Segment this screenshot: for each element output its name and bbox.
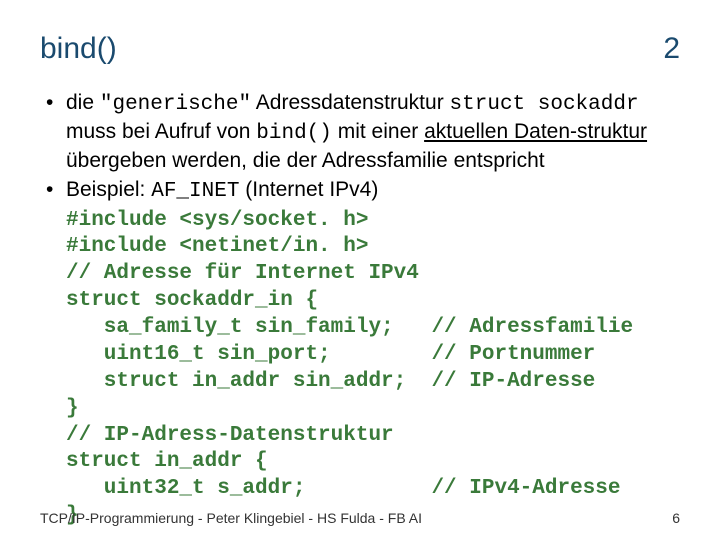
text: mit einer	[332, 120, 424, 143]
quoted-text: "generische"	[100, 93, 251, 116]
code-inline-bind: bind()	[256, 122, 332, 145]
code-block: #include <sys/socket. h> #include <netin…	[40, 208, 680, 531]
text: (Internet IPv4)	[239, 178, 378, 201]
text: Adressdatenstruktur	[251, 91, 449, 114]
code-inline-af-inet: AF_INET	[151, 180, 239, 203]
code-inline-struct-sockaddr: struct sockaddr	[450, 93, 639, 116]
slide-sequence-number: 2	[663, 32, 680, 66]
slide-number: 6	[672, 510, 680, 526]
underlined-text: aktuellen Daten-struktur	[424, 120, 647, 143]
footer-text: TCP/IP-Programmierung - Peter Klingebiel…	[40, 510, 422, 526]
slide-title: bind()	[40, 32, 117, 66]
bullet-list: die "generische" Adressdatenstruktur str…	[40, 90, 680, 206]
text: Beispiel:	[66, 178, 151, 201]
text: die	[66, 91, 100, 114]
text: muss bei Aufruf von	[66, 120, 256, 143]
slide-footer: TCP/IP-Programmierung - Peter Klingebiel…	[40, 510, 680, 526]
text: übergeben werden, die der Adressfamilie …	[66, 149, 545, 172]
slide-header: bind() 2	[40, 32, 680, 66]
bullet-item-1: die "generische" Adressdatenstruktur str…	[40, 90, 680, 175]
bullet-item-2: Beispiel: AF_INET (Internet IPv4)	[40, 177, 680, 206]
